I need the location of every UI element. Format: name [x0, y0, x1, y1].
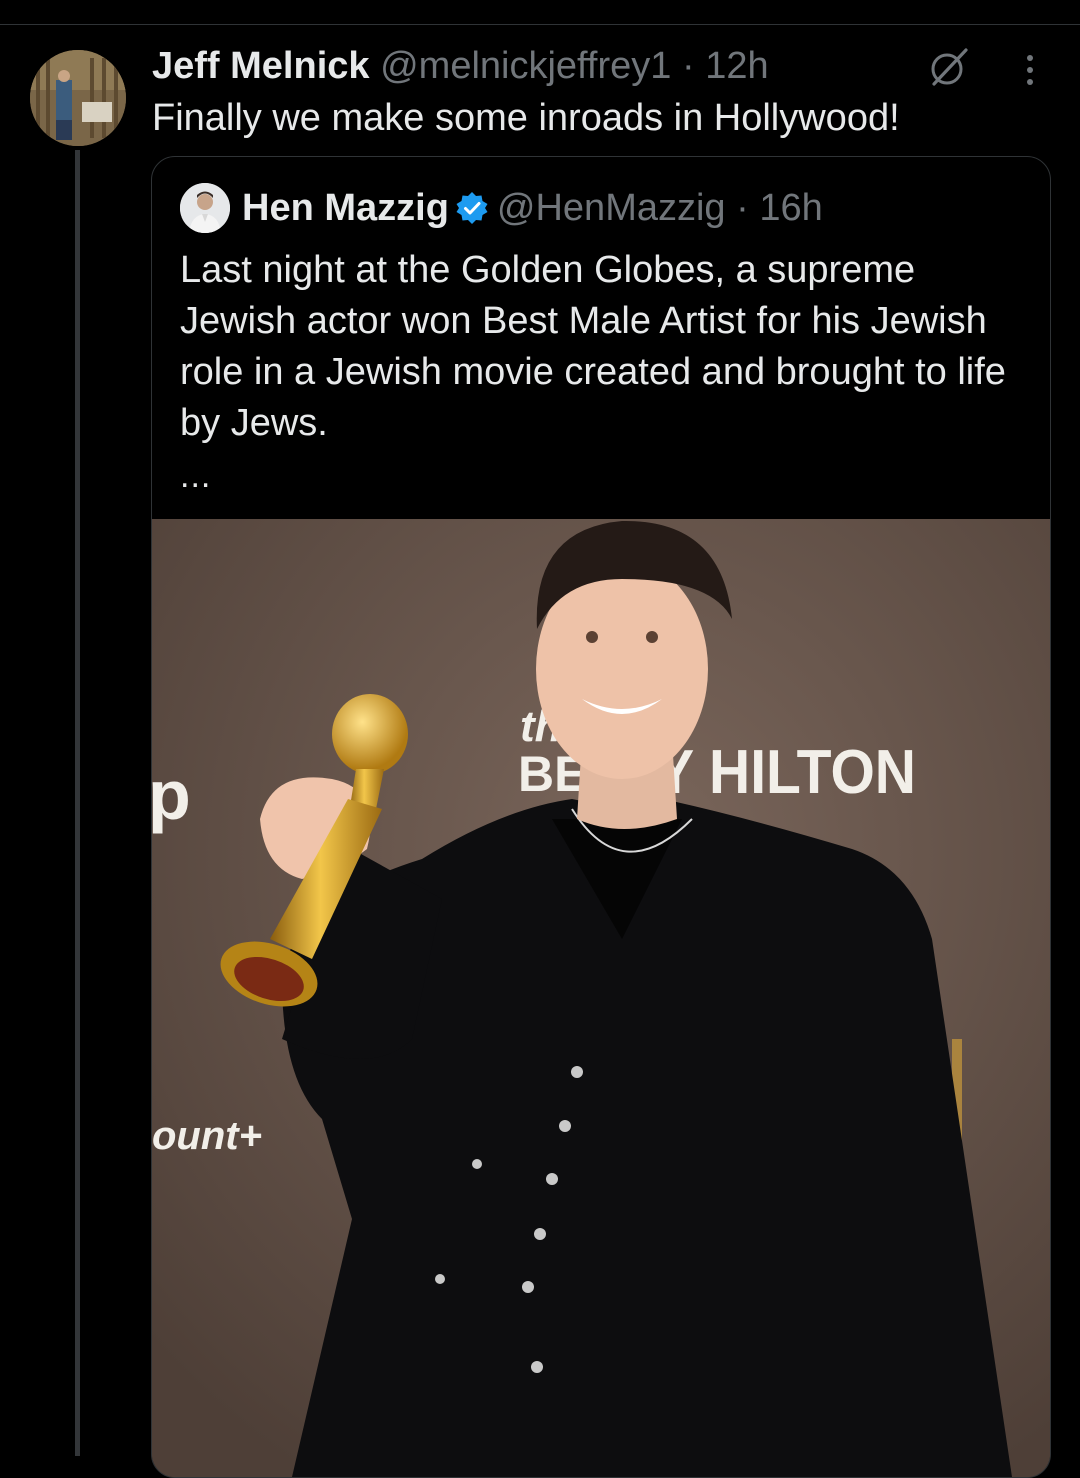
more-options-icon[interactable] — [1018, 50, 1042, 90]
author-name[interactable]: Jeff Melnick — [152, 45, 370, 87]
verified-badge-icon[interactable] — [455, 191, 489, 225]
grok-icon[interactable] — [928, 46, 970, 88]
tweet-header: Jeff Melnick @melnickjeffrey1 · 12h — [152, 44, 769, 88]
quoted-tweet-text: Last night at the Golden Globes, a supre… — [180, 249, 1006, 444]
tweet-text: Finally we make some inroads in Hollywoo… — [152, 97, 900, 139]
quoted-tweet-photo[interactable]: p the BE Y HILTON ount+ — [152, 519, 1050, 1477]
backdrop-logo-left: p — [152, 756, 191, 834]
quoted-avatar-image — [180, 183, 230, 233]
quoted-meta-separator: · — [736, 187, 749, 229]
backdrop-text-paramount: ount+ — [152, 1114, 262, 1158]
avatar[interactable] — [30, 50, 126, 146]
backdrop-text-hilton: Y HILTON — [656, 737, 916, 807]
timestamp[interactable]: 12h — [705, 45, 768, 87]
photo-illustration: p the BE Y HILTON ount+ — [152, 519, 1050, 1477]
meta-separator: · — [681, 45, 695, 87]
quoted-author-avatar[interactable] — [180, 183, 230, 233]
avatar-image — [30, 50, 126, 146]
quoted-author-name[interactable]: Hen Mazzig — [242, 187, 449, 229]
quoted-timestamp[interactable]: 16h — [759, 187, 822, 229]
quoted-tweet-card[interactable]: Hen Mazzig @HenMazzig · 16h Last night a… — [151, 156, 1051, 1478]
thread-connector-line — [75, 150, 80, 1456]
quoted-tweet-header: Hen Mazzig @HenMazzig · 16h — [242, 185, 823, 231]
top-divider — [0, 24, 1080, 25]
show-more-ellipsis[interactable]: ... — [180, 457, 211, 496]
author-handle[interactable]: @melnickjeffrey1 — [380, 45, 671, 87]
quoted-author-handle[interactable]: @HenMazzig — [497, 187, 726, 229]
